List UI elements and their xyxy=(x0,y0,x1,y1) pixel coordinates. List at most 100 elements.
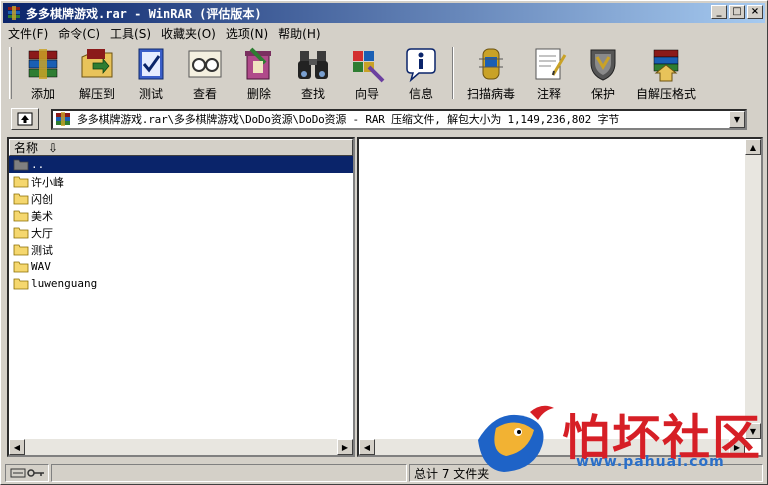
find-button[interactable]: 查找 xyxy=(286,45,340,102)
close-icon: × xyxy=(750,6,760,17)
preview-pane[interactable]: ▲ ▼ ◀ ▶ xyxy=(357,137,763,457)
address-path: 多多棋牌游戏.rar\多多棋牌游戏\DoDo资源\DoDo资源 - RAR 压缩… xyxy=(77,113,620,126)
file-list: .. 许小峰 闪创 美术 大厅 测试 WAV luwenguang xyxy=(9,156,353,292)
folder-icon xyxy=(13,278,29,290)
info-label: 信息 xyxy=(408,87,433,101)
folder-icon xyxy=(13,227,29,239)
scroll-track[interactable] xyxy=(745,155,761,423)
info-icon xyxy=(406,48,436,83)
protect-shield-icon xyxy=(590,49,616,81)
list-item-label: 测试 xyxy=(31,243,53,257)
virus-scan-button[interactable]: 扫描病毒 xyxy=(460,45,522,102)
find-binoculars-icon xyxy=(298,51,328,79)
status-drive-panel[interactable] xyxy=(5,464,49,482)
title-bar[interactable]: 多多棋牌游戏.rar - WinRAR (评估版本) _ □ × xyxy=(3,3,765,23)
right-horizontal-scrollbar[interactable]: ◀ ▶ xyxy=(359,439,745,455)
delete-icon xyxy=(245,47,271,80)
delete-button[interactable]: 删除 xyxy=(232,45,286,102)
add-archive-icon xyxy=(28,49,58,79)
virus-scan-label: 扫描病毒 xyxy=(466,87,515,101)
test-label: 测试 xyxy=(138,87,163,101)
scroll-track[interactable] xyxy=(25,439,337,455)
window-title: 多多棋牌游戏.rar - WinRAR (评估版本) xyxy=(26,6,262,21)
menu-file[interactable]: 文件(F) xyxy=(3,25,53,42)
maximize-button[interactable]: □ xyxy=(729,5,745,19)
menu-commands[interactable]: 命令(C) xyxy=(53,25,105,42)
column-header-label: 名称 xyxy=(14,141,39,155)
sfx-icon xyxy=(653,49,679,82)
list-item[interactable]: WAV xyxy=(9,258,353,275)
status-summary: 总计 7 文件夹 xyxy=(414,466,490,481)
folder-icon xyxy=(13,261,29,273)
folder-icon xyxy=(13,210,29,222)
wizard-label: 向导 xyxy=(354,87,379,101)
menu-tools[interactable]: 工具(S) xyxy=(105,25,156,42)
rar-archive-icon xyxy=(56,112,70,126)
minimize-button[interactable]: _ xyxy=(711,5,727,19)
list-item-label: 闪创 xyxy=(31,192,53,206)
list-item-label: .. xyxy=(31,158,45,171)
right-vertical-scrollbar[interactable]: ▲ ▼ xyxy=(745,139,761,439)
toolbar: 添加 解压到 测试 查看 删除 查找 向导 信息 扫描病毒 注释 保护 自解压格… xyxy=(7,45,763,103)
list-item[interactable]: 闪创 xyxy=(9,190,353,207)
winrar-app-icon xyxy=(8,6,20,20)
scroll-right-button[interactable]: ▶ xyxy=(337,439,353,455)
scroll-down-button[interactable]: ▼ xyxy=(745,423,761,439)
folder-icon xyxy=(13,193,29,205)
scroll-up-button[interactable]: ▲ xyxy=(745,139,761,155)
extract-to-label: 解压到 xyxy=(78,87,115,101)
delete-label: 删除 xyxy=(246,87,271,101)
protect-button[interactable]: 保护 xyxy=(576,45,630,102)
arrow-right-icon: ▶ xyxy=(733,442,741,452)
extract-to-button[interactable]: 解压到 xyxy=(70,45,124,102)
close-button[interactable]: × xyxy=(747,5,763,19)
folder-icon xyxy=(13,176,29,188)
sfx-button[interactable]: 自解压格式 xyxy=(630,45,702,102)
view-icon xyxy=(188,50,222,78)
status-selection-panel xyxy=(51,464,407,482)
protect-label: 保护 xyxy=(590,87,615,101)
menu-favorites[interactable]: 收藏夹(O) xyxy=(156,25,221,42)
menu-help[interactable]: 帮助(H) xyxy=(273,25,325,42)
list-item[interactable]: 测试 xyxy=(9,241,353,258)
virus-scan-icon xyxy=(479,48,503,80)
scroll-left-button[interactable]: ◀ xyxy=(9,439,25,455)
sort-down-icon: ⇩ xyxy=(48,140,59,155)
scroll-left-button[interactable]: ◀ xyxy=(359,439,375,455)
test-button[interactable]: 测试 xyxy=(124,45,178,102)
toolbar-separator xyxy=(452,47,454,99)
list-item[interactable]: 大厅 xyxy=(9,224,353,241)
menu-bar: 文件(F) 命令(C) 工具(S) 收藏夹(O) 选项(N) 帮助(H) xyxy=(3,24,765,43)
arrow-up-icon: ▲ xyxy=(749,142,757,152)
address-combobox[interactable]: 多多棋牌游戏.rar\多多棋牌游戏\DoDo资源\DoDo资源 - RAR 压缩… xyxy=(51,108,747,130)
up-arrow-icon xyxy=(17,112,33,126)
file-list-pane[interactable]: 名称 ⇩ .. 许小峰 闪创 美术 大厅 测试 WAV luwenguang ◀… xyxy=(7,137,355,457)
scroll-track[interactable] xyxy=(375,439,729,455)
list-item[interactable]: .. xyxy=(9,156,353,173)
winrar-window: 多多棋牌游戏.rar - WinRAR (评估版本) _ □ × 文件(F) 命… xyxy=(0,0,768,485)
add-button[interactable]: 添加 xyxy=(16,45,70,102)
column-header-name[interactable]: 名称 ⇩ xyxy=(9,139,353,156)
scroll-right-button[interactable]: ▶ xyxy=(729,439,745,455)
list-item-label: WAV xyxy=(31,260,51,273)
list-item-label: luwenguang xyxy=(31,277,98,290)
folder-icon xyxy=(13,244,29,256)
arrow-right-icon: ▶ xyxy=(341,442,349,452)
drive-key-icon xyxy=(10,468,44,478)
left-horizontal-scrollbar[interactable]: ◀ ▶ xyxy=(9,439,353,455)
list-item[interactable]: luwenguang xyxy=(9,275,353,292)
toolbar-grip[interactable] xyxy=(9,47,12,99)
wizard-button[interactable]: 向导 xyxy=(340,45,394,102)
address-dropdown-button[interactable]: ▼ xyxy=(729,110,745,128)
view-label: 查看 xyxy=(192,87,217,101)
view-button[interactable]: 查看 xyxy=(178,45,232,102)
comment-button[interactable]: 注释 xyxy=(522,45,576,102)
menu-options[interactable]: 选项(N) xyxy=(221,25,273,42)
list-item[interactable]: 美术 xyxy=(9,207,353,224)
info-button[interactable]: 信息 xyxy=(394,45,448,102)
list-item[interactable]: 许小峰 xyxy=(9,173,353,190)
comment-icon xyxy=(535,48,567,80)
up-folder-button[interactable] xyxy=(11,108,39,130)
chevron-down-icon: ▼ xyxy=(733,114,741,124)
list-item-label: 美术 xyxy=(31,209,53,223)
